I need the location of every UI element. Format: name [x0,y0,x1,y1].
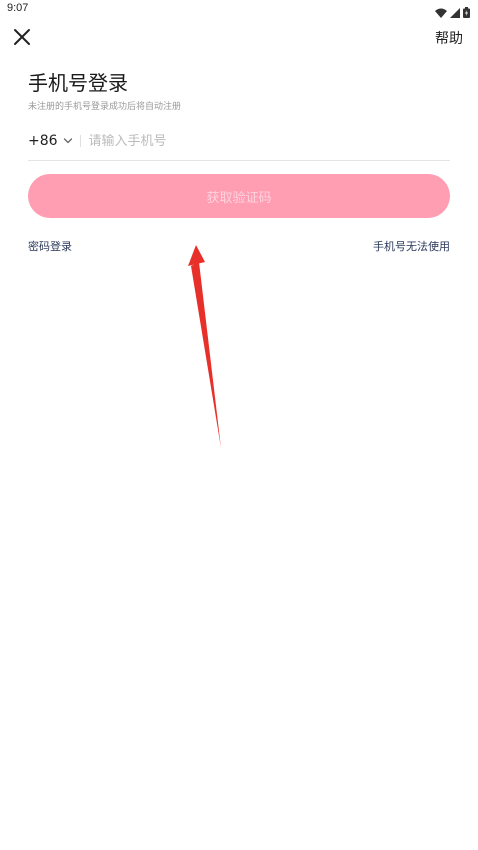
status-time: 9:07 [7,2,29,14]
get-code-button[interactable]: 获取验证码 [28,174,450,218]
close-button[interactable] [12,27,32,47]
help-link[interactable]: 帮助 [435,28,463,48]
phone-input-row: +86 [28,122,450,161]
password-login-link[interactable]: 密码登录 [28,238,72,254]
battery-icon [463,3,470,22]
chevron-down-icon [63,138,72,144]
signal-icon [450,3,460,22]
country-code-selector[interactable]: +86 [28,133,73,149]
phone-input[interactable] [88,133,419,149]
page-title: 手机号登录 [28,71,128,95]
divider [79,135,81,147]
close-icon [14,29,30,45]
status-icons [435,3,470,22]
status-bar: 9:07 [0,0,478,20]
country-code-label: +86 [28,133,58,149]
wifi-icon [435,3,447,22]
subtitle: 未注册的手机号登录成功后将自动注册 [28,102,182,112]
phone-unusable-link[interactable]: 手机号无法使用 [373,238,450,254]
